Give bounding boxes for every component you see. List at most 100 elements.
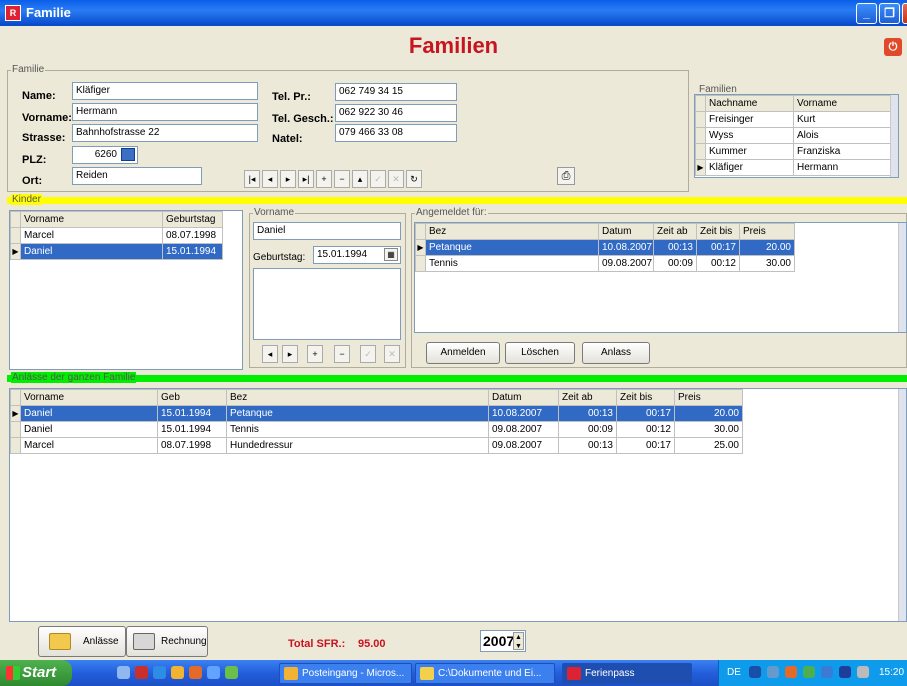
grid-cell[interactable]: Marcel: [20, 437, 158, 454]
grid-cell[interactable]: 00:17: [616, 405, 675, 422]
quicklaunch-icon[interactable]: [135, 666, 148, 679]
network-icon[interactable]: [767, 666, 779, 678]
column-header-zeit-bis[interactable]: Zeit bis: [696, 223, 740, 240]
table-row[interactable]: ▶ Daniel 15.01.1994: [10, 243, 223, 260]
prev-icon[interactable]: ◂: [262, 345, 278, 363]
next-icon[interactable]: ▸: [282, 345, 298, 363]
family-events-scrollbar[interactable]: [898, 389, 906, 621]
name-field[interactable]: Kläfiger: [72, 82, 258, 100]
close-icon[interactable]: x: [902, 3, 907, 24]
grid-cell[interactable]: Kummer: [705, 143, 794, 160]
strasse-field[interactable]: Bahnhofstrasse 22: [72, 124, 258, 142]
start-button[interactable]: Start: [0, 660, 72, 686]
column-header-zeit-bis[interactable]: Zeit bis: [616, 389, 675, 406]
taskbar-item-outlook[interactable]: Posteingang - Micros...: [279, 663, 412, 684]
language-indicator[interactable]: DE: [727, 667, 741, 678]
grid-cell[interactable]: 25.00: [674, 437, 743, 454]
grid-cell[interactable]: Alois: [793, 127, 891, 144]
grid-cell[interactable]: Tennis: [226, 421, 489, 438]
title-bar[interactable]: R Familie _ ❐ x: [0, 0, 907, 26]
column-header-zeit-ab[interactable]: Zeit ab: [653, 223, 697, 240]
grid-cell[interactable]: 30.00: [739, 255, 795, 272]
column-header-vorname[interactable]: Vorname: [20, 211, 163, 228]
editor-icon[interactable]: [207, 666, 220, 679]
angemeldet-grid[interactable]: Bez Datum Zeit ab Zeit bis Preis ▶ Petan…: [414, 222, 907, 333]
grid-cell[interactable]: Wyss: [705, 127, 794, 144]
familien-scrollbar[interactable]: [890, 95, 898, 177]
edit-icon[interactable]: ▴: [352, 170, 368, 188]
table-row[interactable]: Marcel 08.07.1998 Hundedressur 09.08.200…: [10, 437, 743, 454]
grid-cell[interactable]: 00:09: [653, 255, 697, 272]
minimize-icon[interactable]: _: [856, 3, 877, 24]
column-header-nachname[interactable]: Nachname: [705, 95, 794, 112]
help-icon[interactable]: [749, 666, 761, 678]
desktop-icon[interactable]: [117, 666, 130, 679]
volume-icon[interactable]: [821, 666, 833, 678]
spinner-arrows-icon[interactable]: ▲ ▼: [513, 632, 524, 650]
family-events-grid[interactable]: Vorname Geb Bez Datum Zeit ab Zeit bis P…: [9, 388, 907, 622]
tray-app-icon[interactable]: [857, 666, 869, 678]
taskbar-item-ferienpass[interactable]: Ferienpass: [562, 663, 692, 684]
grid-cell[interactable]: 09.08.2007: [488, 421, 559, 438]
grid-cell[interactable]: 00:13: [653, 239, 697, 256]
grid-cell[interactable]: 00:13: [558, 405, 617, 422]
grid-cell[interactable]: 15.01.1994: [162, 243, 223, 260]
post-icon[interactable]: ✓: [360, 345, 376, 363]
column-header-zeit-ab[interactable]: Zeit ab: [558, 389, 617, 406]
grid-cell[interactable]: Franziska: [793, 143, 891, 160]
grid-cell[interactable]: 20.00: [739, 239, 795, 256]
grid-cell[interactable]: 00:17: [616, 437, 675, 454]
grid-cell[interactable]: Hundedressur: [226, 437, 489, 454]
refresh-icon[interactable]: ↻: [406, 170, 422, 188]
grid-cell[interactable]: Marcel: [20, 227, 163, 244]
grid-cell[interactable]: Daniel: [20, 405, 158, 422]
grid-cell[interactable]: 00:17: [696, 239, 740, 256]
grid-cell[interactable]: Kläfiger: [705, 159, 794, 176]
column-header-preis[interactable]: Preis: [739, 223, 795, 240]
calendar-icon[interactable]: ▦: [384, 248, 398, 261]
maximize-icon[interactable]: ❐: [879, 3, 900, 24]
grid-cell[interactable]: 15.01.1994: [157, 421, 227, 438]
media-tray-icon[interactable]: [785, 666, 797, 678]
tel-pr-field[interactable]: 062 749 34 15: [335, 83, 457, 101]
table-row[interactable]: Marcel 08.07.1998: [10, 227, 223, 244]
table-row[interactable]: Freisinger Kurt: [695, 111, 891, 128]
tool-icon[interactable]: [225, 666, 238, 679]
vorname-field[interactable]: Hermann: [72, 103, 258, 121]
grid-cell[interactable]: Tennis: [425, 255, 599, 272]
grid-cell[interactable]: 10.08.2007: [598, 239, 654, 256]
column-header-vorname[interactable]: Vorname: [20, 389, 158, 406]
column-header-datum[interactable]: Datum: [488, 389, 559, 406]
table-row[interactable]: Wyss Alois: [695, 127, 891, 144]
column-header-preis[interactable]: Preis: [674, 389, 743, 406]
natel-field[interactable]: 079 466 33 08: [335, 124, 457, 142]
delete-icon[interactable]: −: [334, 345, 350, 363]
tel-gesch-field[interactable]: 062 922 30 46: [335, 104, 457, 122]
ort-field[interactable]: Reiden: [72, 167, 202, 185]
column-header-bez[interactable]: Bez: [226, 389, 489, 406]
add-icon[interactable]: +: [316, 170, 332, 188]
column-header-geb[interactable]: Geb: [157, 389, 227, 406]
security-icon[interactable]: [803, 666, 815, 678]
outlook-icon[interactable]: [171, 666, 184, 679]
next-icon[interactable]: ▸: [280, 170, 296, 188]
anlaesse-button[interactable]: Anlässe: [38, 626, 126, 657]
table-row[interactable]: Kummer Franziska: [695, 143, 891, 160]
angemeldet-scrollbar[interactable]: [898, 223, 906, 332]
kind-notes-field[interactable]: [253, 268, 401, 340]
last-icon[interactable]: ▸|: [298, 170, 314, 188]
table-row[interactable]: ▶ Kläfiger Hermann: [695, 159, 891, 176]
bluetooth-icon[interactable]: [839, 666, 851, 678]
grid-cell[interactable]: Petanque: [425, 239, 599, 256]
cancel-icon[interactable]: ✕: [384, 345, 400, 363]
first-icon[interactable]: |◂: [244, 170, 260, 188]
familien-grid[interactable]: Nachname Vorname Freisinger Kurt Wyss Al…: [694, 94, 899, 178]
column-header-geburtstag[interactable]: Geburtstag: [162, 211, 223, 228]
print-preview-icon[interactable]: ⎙: [557, 167, 575, 185]
kind-vorname-field[interactable]: Daniel: [253, 222, 401, 240]
taskbar-item-explorer[interactable]: C:\Dokumente und Ei...: [415, 663, 555, 684]
grid-cell[interactable]: 08.07.1998: [162, 227, 223, 244]
anlass-button[interactable]: Anlass: [582, 342, 650, 364]
column-header-datum[interactable]: Datum: [598, 223, 654, 240]
rechnung-button[interactable]: Rechnung: [126, 626, 208, 657]
